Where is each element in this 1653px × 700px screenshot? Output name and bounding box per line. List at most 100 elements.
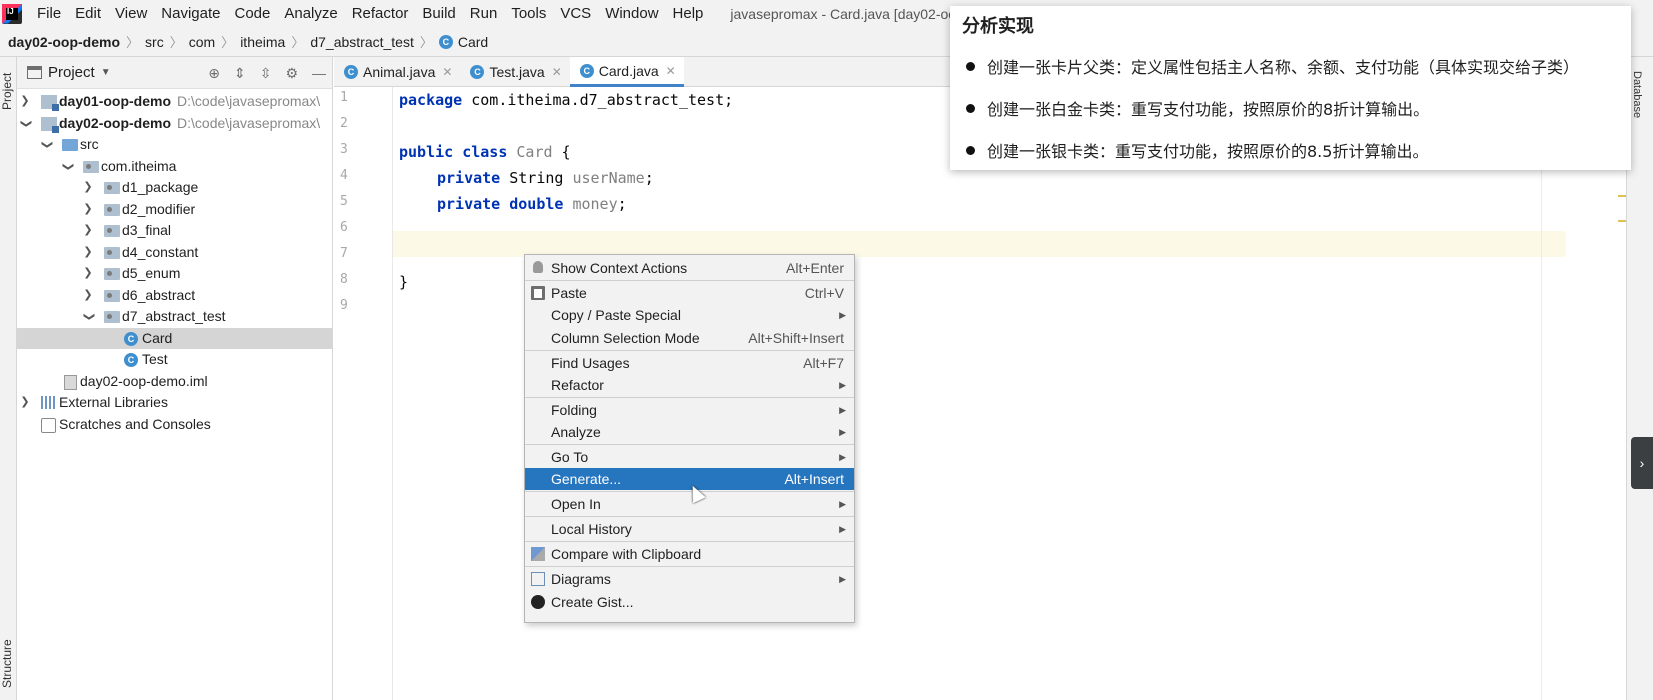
tree-item-day02-oop-demo[interactable]: ❯ day02-oop-demo D:\code\javasepromax\ [17, 113, 332, 135]
menu-help[interactable]: Help [666, 0, 711, 27]
collapse-all-icon[interactable]: ⇳ [260, 65, 272, 82]
project-panel: Project ▼ ⊕ ⇕ ⇳ ⚙ — ❯ day01-oop-demo D:\c… [17, 57, 333, 700]
tree-item-d4-constant[interactable]: ❯ d4_constant [17, 242, 332, 264]
menu-run[interactable]: Run [463, 0, 505, 27]
expand-all-icon[interactable]: ⇕ [234, 65, 246, 82]
tree-item-scratches[interactable]: Scratches and Consoles [17, 414, 332, 436]
menu-item-analyze[interactable]: Analyze ▶ [525, 421, 854, 443]
keyword: private double [437, 195, 564, 213]
chevron-down-icon[interactable]: ▼ [101, 67, 111, 78]
menu-item-diagrams[interactable]: Diagrams ▶ [525, 568, 854, 590]
menu-item-find-usages[interactable]: Find Usages Alt+F7 [525, 352, 854, 374]
chevron-right-icon[interactable]: ❯ [82, 220, 94, 242]
tree-item-d2-modifier[interactable]: ❯ d2_modifier [17, 199, 332, 221]
tree-item-src[interactable]: ❯ src [17, 134, 332, 156]
tab-animal-java[interactable]: C Animal.java ✕ [334, 57, 460, 87]
structure-tool-tab[interactable]: Structure [0, 628, 17, 700]
chevron-right-icon[interactable]: › [1631, 437, 1653, 489]
menu-item-copy-paste-special[interactable]: Copy / Paste Special ▶ [525, 304, 854, 326]
menu-item-local-history[interactable]: Local History ▶ [525, 518, 854, 540]
tree-item-d1-package[interactable]: ❯ d1_package [17, 177, 332, 199]
tab-test-java[interactable]: C Test.java ✕ [460, 57, 569, 87]
project-panel-title[interactable]: Project [48, 64, 95, 81]
bulb-icon [533, 261, 543, 273]
chevron-down-icon[interactable]: ❯ [35, 139, 57, 151]
tree-item-iml[interactable]: day02-oop-demo.iml [17, 371, 332, 393]
breadcrumb-package[interactable]: d7_abstract_test [310, 34, 414, 50]
menu-item-shortcut: Ctrl+V [804, 285, 844, 301]
menu-code[interactable]: Code [227, 0, 277, 27]
menu-navigate[interactable]: Navigate [154, 0, 227, 27]
package-icon [83, 160, 99, 173]
chevron-right-icon[interactable]: ❯ [19, 91, 31, 113]
menu-window[interactable]: Window [598, 0, 665, 27]
bullet-icon [966, 61, 975, 71]
error-stripe[interactable] [1618, 87, 1632, 700]
menu-item-refactor[interactable]: Refactor ▶ [525, 374, 854, 396]
menu-view[interactable]: View [108, 0, 154, 27]
tree-item-d7-abstract-test[interactable]: ❯ d7_abstract_test [17, 306, 332, 328]
project-tool-tab[interactable]: Project [0, 63, 17, 119]
menu-item-folding[interactable]: Folding ▶ [525, 399, 854, 421]
code-line-4: private String userName; [437, 165, 654, 191]
hide-icon[interactable]: — [312, 65, 326, 81]
tree-item-d6-abstract[interactable]: ❯ d6_abstract [17, 285, 332, 307]
line-number: 1 [340, 90, 348, 105]
close-icon[interactable]: ✕ [442, 65, 452, 79]
bullet-icon [966, 145, 975, 155]
breadcrumb-module[interactable]: day02-oop-demo [8, 34, 120, 50]
chevron-right-icon[interactable]: ❯ [82, 285, 94, 307]
menu-tools[interactable]: Tools [504, 0, 553, 27]
menu-item-shortcut: Alt+F7 [803, 355, 844, 371]
breadcrumb-src[interactable]: src [145, 34, 164, 50]
chevron-down-icon[interactable]: ❯ [56, 160, 78, 172]
menu-item-create-gist[interactable]: Create Gist... [525, 591, 854, 613]
tree-item-label: d4_constant [122, 243, 199, 260]
chevron-right-icon[interactable]: ❯ [82, 199, 94, 221]
tree-item-external-libraries[interactable]: ❯ External Libraries [17, 392, 332, 414]
analysis-overlay-card: 分析实现 创建一张卡片父类：定义属性包括主人名称、余额、支付功能（具体实现交给子… [950, 6, 1631, 170]
submenu-arrow-icon: ▶ [839, 452, 846, 462]
chevron-down-icon[interactable]: ❯ [77, 311, 99, 323]
breadcrumb-class[interactable]: Card [458, 34, 488, 50]
line-number-gutter[interactable]: 1 2 3 4 5 6 7 8 9 [334, 87, 393, 700]
close-icon[interactable]: ✕ [552, 65, 562, 79]
menu-file[interactable]: File [30, 0, 68, 27]
line-number: 7 [340, 246, 348, 261]
menu-analyze[interactable]: Analyze [277, 0, 344, 27]
locate-icon[interactable]: ⊕ [208, 65, 220, 82]
close-icon[interactable]: ✕ [666, 64, 676, 78]
project-window-icon [27, 66, 42, 79]
chevron-right-icon[interactable]: ❯ [82, 242, 94, 264]
menu-item-compare-with-clipboard[interactable]: Compare with Clipboard [525, 543, 854, 565]
breadcrumb-separator-icon: 〉 [126, 35, 140, 50]
line-number: 6 [340, 220, 348, 235]
menu-item-paste[interactable]: Paste Ctrl+V [525, 282, 854, 304]
menu-build[interactable]: Build [415, 0, 462, 27]
gear-icon[interactable]: ⚙ [285, 65, 298, 82]
menu-edit[interactable]: Edit [68, 0, 108, 27]
tree-item-d3-final[interactable]: ❯ d3_final [17, 220, 332, 242]
tree-item-test[interactable]: C Test [17, 349, 332, 371]
menu-vcs[interactable]: VCS [553, 0, 598, 27]
menu-item-column-selection-mode[interactable]: Column Selection Mode Alt+Shift+Insert [525, 327, 854, 349]
code-line-3: public class Card { [399, 139, 571, 165]
chevron-right-icon[interactable]: ❯ [82, 263, 94, 285]
tree-item-card[interactable]: C Card [17, 327, 332, 349]
menu-item-show-context-actions[interactable]: Show Context Actions Alt+Enter [525, 257, 854, 279]
menu-item-label: Refactor [551, 377, 604, 393]
tree-item-com-itheima[interactable]: ❯ com.itheima [17, 156, 332, 178]
tree-item-day01-oop-demo[interactable]: ❯ day01-oop-demo D:\code\javasepromax\ [17, 91, 332, 113]
breadcrumb-itheima[interactable]: itheima [240, 34, 285, 50]
tree-item-d5-enum[interactable]: ❯ d5_enum [17, 263, 332, 285]
chevron-right-icon[interactable]: ❯ [82, 177, 94, 199]
submenu-arrow-icon: ▶ [839, 310, 846, 320]
chevron-right-icon[interactable]: ❯ [19, 392, 31, 414]
breadcrumb-com[interactable]: com [189, 34, 215, 50]
package-icon [104, 268, 120, 280]
menu-item-go-to[interactable]: Go To ▶ [525, 446, 854, 468]
menu-refactor[interactable]: Refactor [345, 0, 416, 27]
tab-card-java[interactable]: C Card.java ✕ [569, 57, 684, 87]
database-tool-tab[interactable]: Database [1631, 71, 1643, 118]
chevron-down-icon[interactable]: ❯ [17, 117, 36, 129]
